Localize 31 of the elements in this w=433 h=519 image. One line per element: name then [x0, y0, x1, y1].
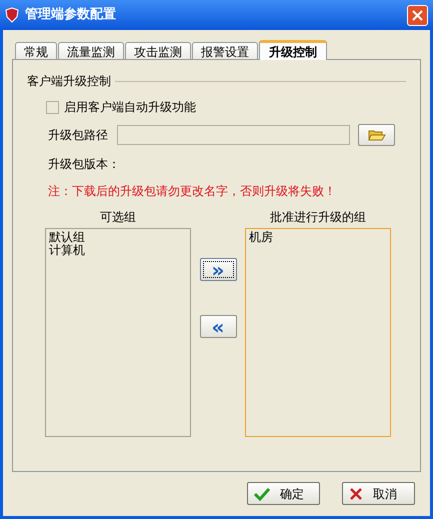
cross-icon [349, 486, 363, 500]
ok-button[interactable]: 确定 [247, 482, 320, 505]
checkbox[interactable] [46, 100, 59, 114]
list-item[interactable]: 机房 [249, 231, 387, 244]
move-button[interactable]: » [200, 258, 236, 281]
path-field[interactable] [117, 125, 350, 145]
shield-icon [5, 7, 19, 23]
warning-note: 注：下载后的升级包请勿更改名字，否则升级将失败！ [48, 183, 337, 200]
close-icon [412, 10, 423, 20]
tab[interactable]: 报警设置 [192, 42, 258, 59]
window-title: 管理端参数配置 [25, 6, 117, 24]
cancel-button[interactable]: 取消 [342, 482, 415, 505]
approved-list[interactable]: 机房 [245, 228, 391, 437]
tab[interactable]: 流量监测 [58, 42, 124, 59]
group-title: 客户端升级控制 [27, 73, 111, 89]
list-item[interactable]: 计算机 [49, 244, 187, 257]
available-list[interactable]: 默认组 计算机 [45, 228, 191, 437]
move-button[interactable]: « [200, 315, 236, 338]
list-heading: 批准进行升级的组 [270, 209, 366, 225]
version-label: 升级包版本： [48, 156, 121, 173]
list-heading: 可选组 [100, 209, 136, 225]
browse-button[interactable] [358, 124, 395, 146]
tab[interactable]: 升级控制 [259, 40, 327, 60]
tab[interactable]: 常规 [15, 42, 57, 59]
folder-icon [368, 128, 386, 142]
path-label: 升级包路径 [48, 127, 109, 144]
list-item[interactable]: 默认组 [49, 231, 187, 244]
checkbox-label: 启用客户端自动升级功能 [64, 99, 196, 116]
close-button[interactable] [407, 4, 428, 26]
tab[interactable]: 攻击监测 [125, 42, 191, 59]
checkmark-icon [254, 486, 270, 500]
